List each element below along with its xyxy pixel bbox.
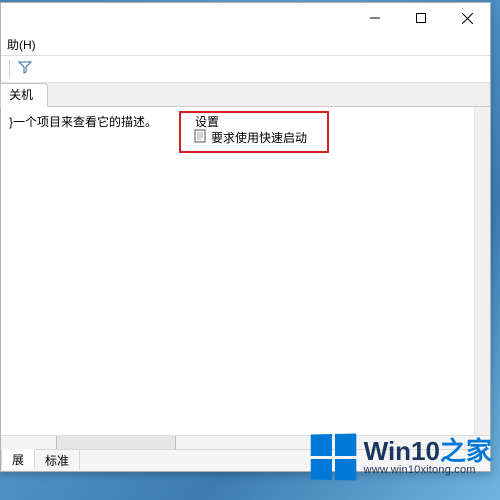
description-hint: }一个项目来查看它的描述。 (9, 115, 157, 129)
vertical-scrollbar[interactable] (474, 107, 490, 435)
tab-standard[interactable]: 标准 (35, 450, 80, 470)
toolbar (1, 55, 490, 83)
horizontal-scrollbar[interactable] (1, 435, 490, 449)
content-area: }一个项目来查看它的描述。 设置 要求使用快速启动 (1, 107, 490, 471)
minimize-button[interactable] (352, 3, 398, 33)
tab-strip: 关机 (1, 83, 490, 107)
policy-icon (193, 129, 207, 146)
menubar: 助(H) (1, 33, 490, 55)
tab-extended[interactable]: 展 (1, 449, 35, 469)
app-window: 助(H) 关机 }一个项目来查看它的描述。 设置 要求使用快速启动 (0, 2, 491, 472)
description-pane: }一个项目来查看它的描述。 (1, 107, 171, 471)
tab-shutdown[interactable]: 关机 (0, 83, 48, 107)
settings-pane: 设置 要求使用快速启动 (171, 107, 490, 471)
tab-extended-label: 展 (12, 451, 24, 468)
close-button[interactable] (444, 3, 490, 33)
toolbar-separator (9, 60, 10, 78)
filter-icon[interactable] (18, 60, 32, 79)
policy-label: 要求使用快速启动 (211, 129, 307, 146)
bottom-tab-strip: 展 标准 (1, 449, 490, 471)
menu-help[interactable]: 助(H) (7, 36, 36, 53)
titlebar (1, 3, 490, 33)
scrollbar-right-cap (470, 436, 490, 449)
tab-label: 关机 (9, 88, 33, 102)
scrollbar-thumb[interactable] (56, 436, 176, 449)
policy-item-fast-startup[interactable]: 要求使用快速启动 (193, 129, 307, 146)
maximize-button[interactable] (398, 3, 444, 33)
tab-standard-label: 标准 (45, 452, 69, 469)
group-header-settings: 设置 (195, 113, 219, 130)
